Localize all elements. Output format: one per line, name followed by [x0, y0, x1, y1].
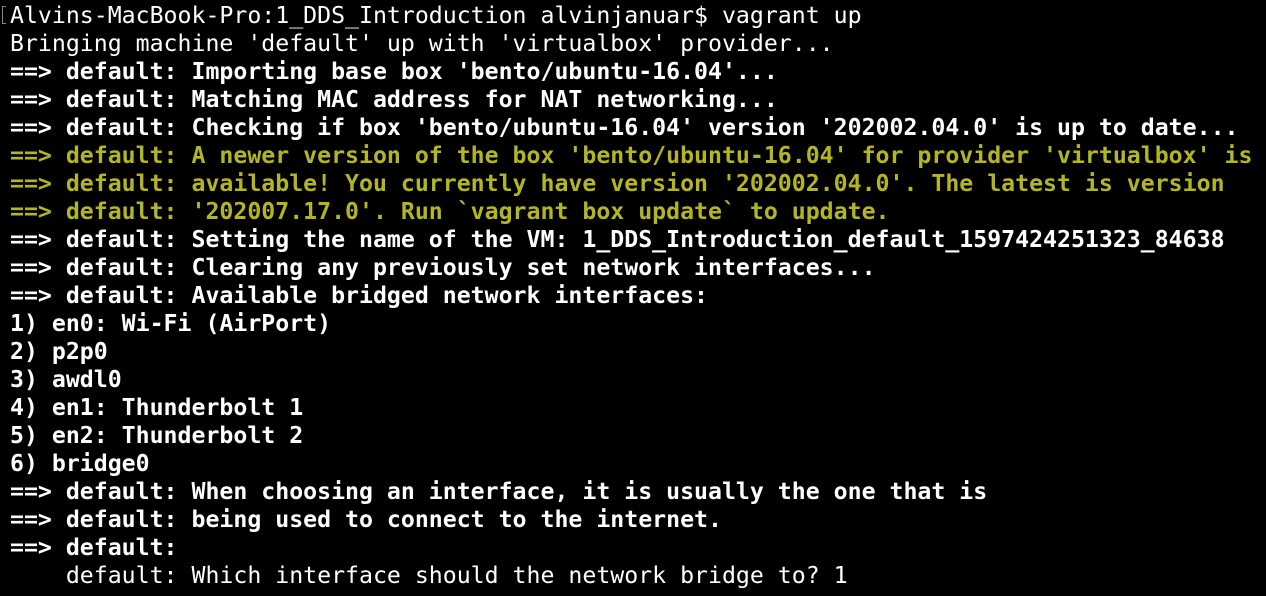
terminal-line: ==> default: being used to connect to th… — [10, 506, 722, 533]
terminal-line-warning: ==> default: '202007.17.0'. Run `vagrant… — [10, 198, 890, 225]
terminal-line: ==> default: Matching MAC address for NA… — [10, 86, 778, 113]
terminal-line-interface-option: 5) en2: Thunderbolt 2 — [10, 422, 304, 449]
terminal-line-prompt: Alvins-MacBook-Pro:1_DDS_Introduction al… — [10, 2, 862, 29]
selection-bracket-icon — [2, 6, 6, 24]
terminal-line: ==> default: Checking if box 'bento/ubun… — [10, 114, 1239, 141]
terminal-line-interface-option: 3) awdl0 — [10, 366, 122, 393]
terminal-line: ==> default: Importing base box 'bento/u… — [10, 58, 778, 85]
terminal-line-warning: ==> default: available! You currently ha… — [10, 170, 1225, 197]
terminal-line-input-prompt[interactable]: default: Which interface should the netw… — [10, 562, 848, 590]
terminal-line-interface-option: 1) en0: Wi-Fi (AirPort) — [10, 310, 332, 337]
terminal-line: Bringing machine 'default' up with 'virt… — [10, 30, 834, 57]
terminal-line-interface-option: 4) en1: Thunderbolt 1 — [10, 394, 304, 421]
terminal-line: ==> default: — [10, 534, 178, 561]
terminal-line-interface-option: 2) p2p0 — [10, 338, 108, 365]
terminal-line: ==> default: Available bridged network i… — [10, 282, 709, 309]
terminal-line-interface-option: 6) bridge0 — [10, 450, 150, 477]
terminal-line: ==> default: Setting the name of the VM:… — [10, 226, 1225, 253]
terminal-line: ==> default: When choosing an interface,… — [10, 478, 988, 505]
terminal-window[interactable]: Alvins-MacBook-Pro:1_DDS_Introduction al… — [0, 0, 1266, 596]
terminal-line: ==> default: Clearing any previously set… — [10, 254, 876, 281]
terminal-line-warning: ==> default: A newer version of the box … — [10, 142, 1253, 169]
